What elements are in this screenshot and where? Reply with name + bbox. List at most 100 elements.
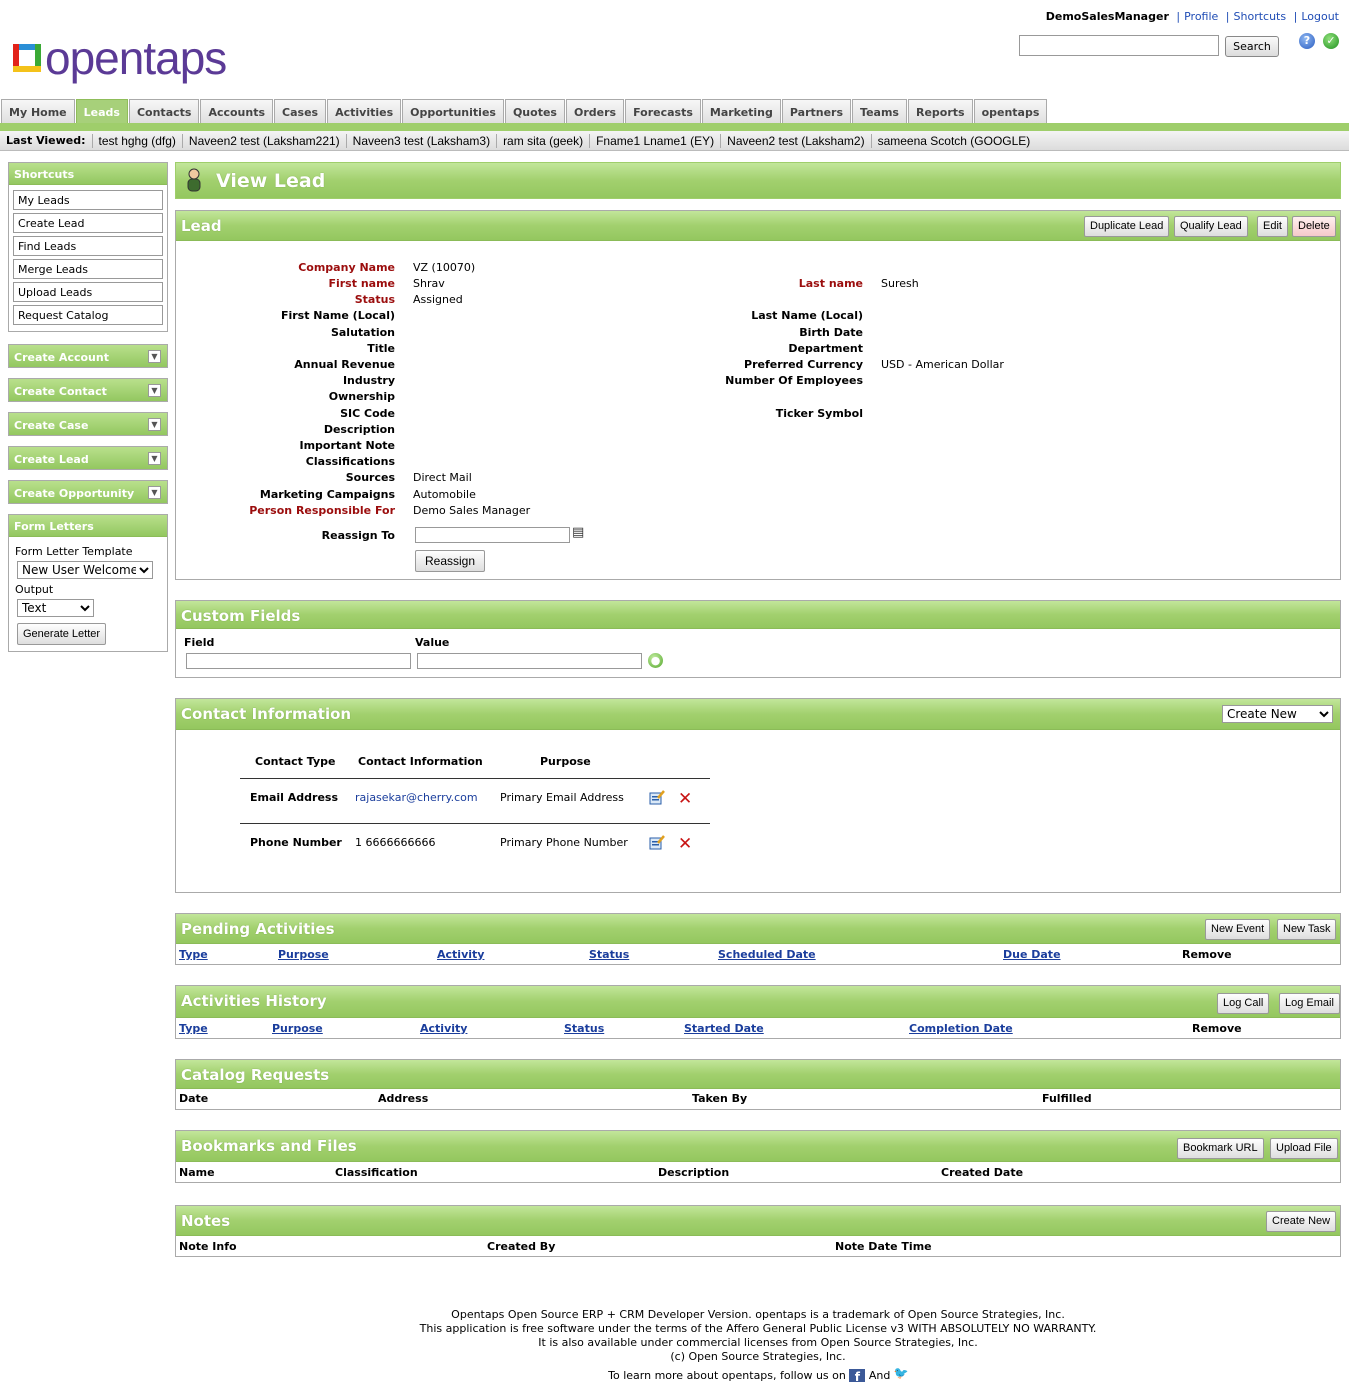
tab-leads[interactable]: Leads [75,99,128,124]
check-icon[interactable]: ✓ [1323,33,1339,49]
edit-icon[interactable] [649,789,665,805]
duplicate-lead-button[interactable]: Duplicate Lead [1084,216,1170,237]
activities-history-col-started-date[interactable]: Started Date [684,1022,764,1035]
profile-link[interactable]: Profile [1184,10,1218,23]
tab-opportunities[interactable]: Opportunities [402,99,504,124]
logo-text: opentaps [45,32,227,84]
chevron-down-icon[interactable]: ▼ [148,384,161,397]
search-input[interactable] [1019,35,1219,56]
tab-my-home[interactable]: My Home [1,99,75,124]
field-label-preferred-currency: Preferred Currency [744,358,863,371]
last-viewed-item[interactable]: Naveen3 test (Laksham3) [345,133,496,148]
pending-activities-col-activity[interactable]: Activity [437,948,484,961]
lookup-icon[interactable]: ▤ [572,525,584,540]
edit-lead-button[interactable]: Edit [1257,216,1288,237]
tab-teams[interactable]: Teams [852,99,907,124]
pending-activities-col-purpose[interactable]: Purpose [278,948,329,961]
shortcut-create-lead[interactable]: Create Lead [13,213,163,233]
chevron-down-icon[interactable]: ▼ [148,418,161,431]
tab-contacts[interactable]: Contacts [128,99,200,124]
help-icon[interactable]: ? [1299,33,1315,49]
chevron-down-icon[interactable]: ▼ [148,486,161,499]
tab-cases[interactable]: Cases [274,99,327,124]
tab-opentaps[interactable]: opentaps [973,99,1048,124]
activities-history-col-type[interactable]: Type [179,1022,208,1035]
create-new-contact-select[interactable]: Create New [1222,705,1333,723]
bookmarks-files-title: Bookmarks and Files [181,1137,357,1155]
last-viewed-item[interactable]: Fname1 Lname1 (EY) [589,133,720,148]
notes-panel: Notes Create New Note Info Created By Note… [175,1205,1341,1257]
tab-marketing[interactable]: Marketing [701,99,781,124]
activities-history-col-status[interactable]: Status [564,1022,604,1035]
field-label-first-name: First name [328,277,395,290]
twitter-icon[interactable]: 🐦 [894,1366,909,1380]
page-title-bar: View Lead [175,162,1341,199]
last-viewed-item[interactable]: sameena Scotch (GOOGLE) [870,133,1037,148]
last-viewed-item[interactable]: ram sita (geek) [496,133,589,148]
qualify-lead-button[interactable]: Qualify Lead [1174,216,1248,237]
pending-activities-col-scheduled-date[interactable]: Scheduled Date [718,948,816,961]
tab-reports[interactable]: Reports [907,99,973,124]
opentaps-logo[interactable]: opentaps [13,32,227,84]
delete-lead-button[interactable]: Delete [1292,216,1336,237]
last-viewed-item[interactable]: Naveen2 test (Laksham221) [181,133,346,148]
upload-file-button[interactable]: Upload File [1270,1138,1338,1159]
contact-email-link[interactable]: rajasekar@cherry.com [355,791,478,804]
facebook-icon[interactable]: f [849,1369,866,1382]
log-call-button[interactable]: Log Call [1217,993,1270,1014]
tab-orders[interactable]: Orders [565,99,625,124]
activities-history-col-completion-date[interactable]: Completion Date [909,1022,1013,1035]
field-label-status: Status [354,293,395,306]
form-letter-template-select[interactable]: New User Welcome [17,561,153,579]
shortcut-upload-leads[interactable]: Upload Leads [13,282,163,302]
create-note-button[interactable]: Create New [1266,1211,1337,1232]
tab-partners[interactable]: Partners [781,99,852,124]
log-email-button[interactable]: Log Email [1279,993,1340,1014]
custom-value-input[interactable] [417,653,642,669]
logout-link[interactable]: Logout [1301,10,1339,23]
activities-history-col-activity[interactable]: Activity [420,1022,467,1035]
output-select[interactable]: Text [17,599,94,617]
contact-info-value: 1 6666666666 [355,836,436,849]
shortcuts-link[interactable]: Shortcuts [1234,10,1287,23]
shortcut-merge-leads[interactable]: Merge Leads [13,259,163,279]
pending-activities-col-type[interactable]: Type [179,948,208,961]
edit-icon[interactable] [649,834,665,850]
delete-icon[interactable]: ✕ [678,789,692,809]
activities-history-col-purpose[interactable]: Purpose [272,1022,323,1035]
catalog-requests-title: Catalog Requests [181,1066,330,1084]
chevron-down-icon[interactable]: ▼ [148,350,161,363]
bookmark-url-button[interactable]: Bookmark URL [1177,1138,1264,1159]
custom-field-input[interactable] [186,653,411,669]
footer-line: Opentaps Open Source ERP + CRM Developer… [451,1308,1065,1321]
sidebar-create-contact[interactable]: Create Contact ▼ [8,378,168,402]
new-task-button[interactable]: New Task [1277,919,1337,940]
sidebar-create-lead[interactable]: Create Lead ▼ [8,446,168,470]
search-button[interactable]: Search [1225,36,1279,57]
tab-accounts[interactable]: Accounts [200,99,274,124]
notes-col-created-by: Created By [487,1240,556,1253]
field-value-preferred-currency: USD - American Dollar [881,358,1004,371]
add-custom-field-icon[interactable]: ● [648,653,663,668]
tab-forecasts[interactable]: Forecasts [625,99,701,124]
last-viewed-item[interactable]: Naveen2 test (Laksham2) [720,133,870,148]
chevron-down-icon[interactable]: ▼ [148,452,161,465]
tab-quotes[interactable]: Quotes [504,99,565,124]
sidebar-create-account[interactable]: Create Account ▼ [8,344,168,368]
shortcut-find-leads[interactable]: Find Leads [13,236,163,256]
delete-icon[interactable]: ✕ [678,834,692,854]
sidebar-create-opportunity[interactable]: Create Opportunity ▼ [8,480,168,504]
reassign-input[interactable] [415,527,570,543]
reassign-button[interactable]: Reassign [415,550,486,572]
sidebar-create-case[interactable]: Create Case ▼ [8,412,168,436]
pending-activities-col-due-date[interactable]: Due Date [1003,948,1061,961]
field-label-important-note: Important Note [299,439,396,452]
shortcut-request-catalog[interactable]: Request Catalog [13,305,163,325]
last-viewed-item[interactable]: test hghg (dfg) [91,133,182,148]
new-event-button[interactable]: New Event [1205,919,1271,940]
tab-activities[interactable]: Activities [327,99,402,124]
generate-letter-button[interactable]: Generate Letter [17,623,107,645]
shortcut-my-leads[interactable]: My Leads [13,190,163,210]
form-letters-panel: Form Letters Form Letter Template New Us… [8,514,168,652]
pending-activities-col-status[interactable]: Status [589,948,629,961]
